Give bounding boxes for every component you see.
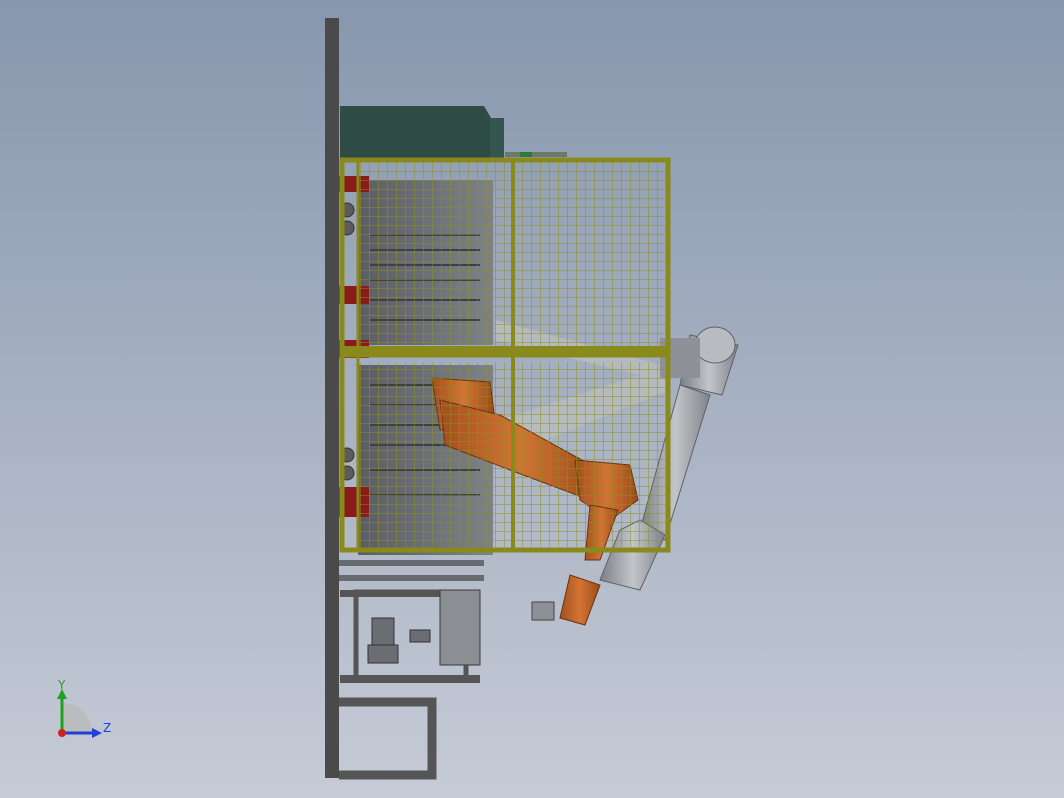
wall-post xyxy=(325,18,339,778)
top-cabinet xyxy=(340,106,504,158)
pump-motor xyxy=(367,617,431,664)
lower-rail-2 xyxy=(339,575,484,581)
assembly-model[interactable] xyxy=(0,0,1064,798)
triad-y-label: Y xyxy=(58,678,66,692)
pump-panel xyxy=(439,589,481,666)
safety-fence[interactable] xyxy=(339,157,671,553)
base-frame xyxy=(339,697,437,780)
top-cabinet-strip xyxy=(490,118,504,158)
pump-frame-bottom xyxy=(340,675,480,683)
cad-viewport[interactable]: Y Z xyxy=(0,0,1064,798)
lower-rail xyxy=(339,560,484,566)
triad-z-label: Z xyxy=(103,721,112,735)
top-rail xyxy=(505,152,567,157)
